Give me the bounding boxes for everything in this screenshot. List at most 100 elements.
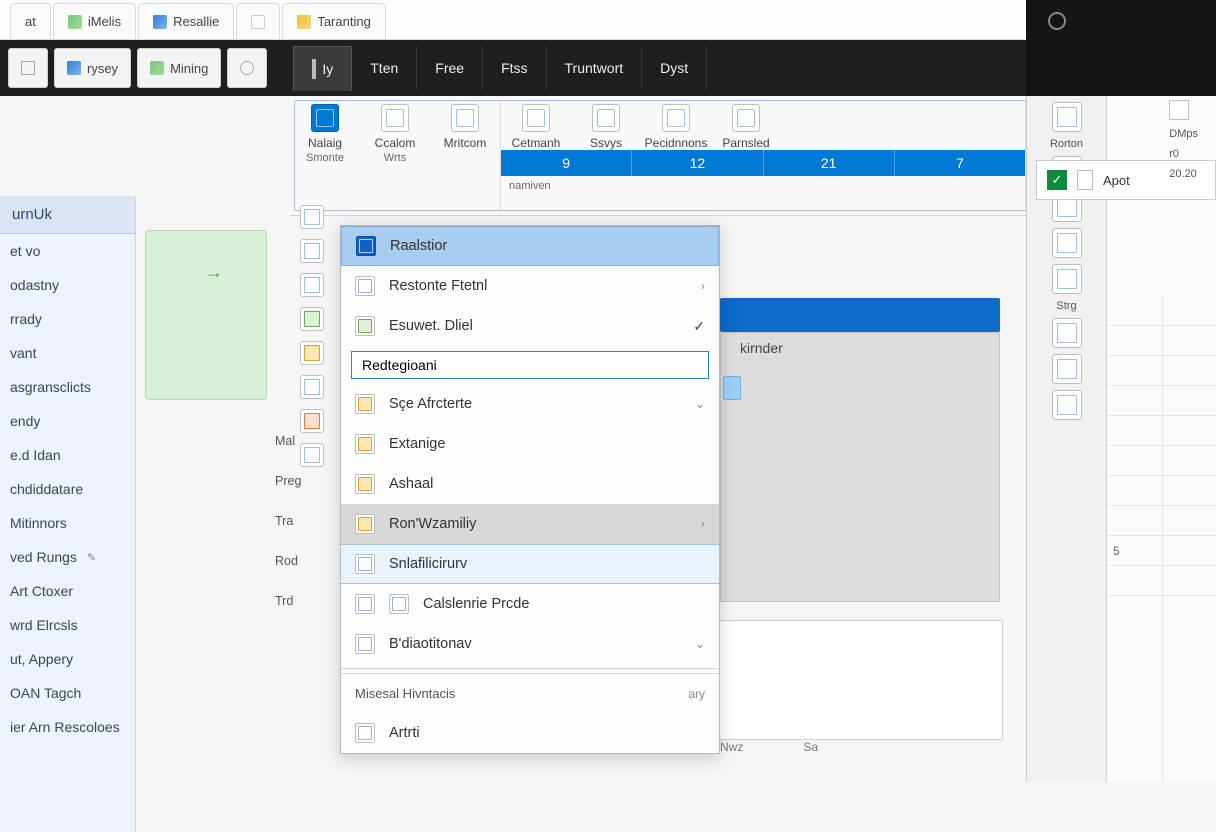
tool-icon[interactable] [1052,354,1082,384]
left-nav-item[interactable]: wrd Elrcsls [0,608,135,642]
left-nav-item[interactable]: Mitinnors [0,506,135,540]
grid-cell[interactable] [1107,566,1216,596]
dark-tab-label: Iy [322,61,333,77]
dark-tab-dyst[interactable]: Dyst [642,46,707,90]
dark-tab-label: Ftss [501,60,527,76]
dark-tab-iy[interactable]: Iy [293,46,352,91]
menu-item-calslen[interactable]: Calslenrie Prcde [341,584,719,624]
tool-icon[interactable] [1052,264,1082,294]
mid-label: Trd [275,590,333,612]
menu-item-artrti[interactable]: Artrti [341,713,719,753]
left-nav-item[interactable]: endy [0,404,135,438]
grid-cell[interactable] [1107,296,1216,326]
left-nav-item[interactable]: OAN Tagch [0,676,135,710]
menu-label: B'diaotitonav [389,636,472,652]
seg-user[interactable] [227,48,267,88]
top-tab-taranting[interactable]: Taranting [282,3,385,39]
grid-cell[interactable] [1107,356,1216,386]
dark-tab-label: Dyst [660,60,688,76]
check-icon[interactable]: ✓ [1047,170,1067,190]
left-nav-item[interactable]: e.d Idan [0,438,135,472]
tab-label: at [25,14,36,29]
dark-tab-label: Free [435,60,464,76]
canvas-preview-box [720,332,1000,602]
rail-icon[interactable] [300,443,324,467]
mid-label: Preg [275,470,333,492]
tool-icon[interactable] [1052,228,1082,258]
left-nav-item[interactable]: ut, Appery [0,642,135,676]
tool-icon[interactable] [1052,390,1082,420]
dark-tab-truntwort[interactable]: Truntwort [547,46,643,90]
star-icon [355,394,375,414]
rail-icon[interactable] [300,239,324,263]
rail-icon[interactable] [300,409,324,433]
left-nav-item[interactable]: ved Rungs [0,540,135,574]
menu-item-extanige[interactable]: Extanige [341,424,719,464]
table-icon [355,554,375,574]
menu-item-ronwza[interactable]: Ron'Wzamiliy› [341,504,719,544]
top-tab-resallie[interactable]: Resallie [138,3,234,39]
tool-icon[interactable] [1052,318,1082,348]
gear-icon [150,61,164,75]
menu-item-bdiaot[interactable]: B'diaotitonav⌄ [341,624,719,664]
menu-item-ashaal[interactable]: Ashaal [341,464,719,504]
menu-item-afrcterte[interactable]: Sçe Afrcterte⌄ [341,384,719,424]
left-nav-item[interactable]: ier Arn Rescoloes [0,710,135,744]
left-nav-item[interactable]: et vo [0,234,135,268]
window-icon [21,61,35,75]
grid-cell[interactable] [1107,386,1216,416]
grid-cell[interactable] [1107,326,1216,356]
left-nav-panel: urnUk et vo odastny rrady vant asgranscl… [0,196,136,832]
chevron-right-icon: › [701,517,705,531]
user-icon [240,61,254,75]
dark-tab-row: Iy Tten Free Ftss Truntwort Dyst [293,46,707,91]
grid-cell[interactable] [1107,416,1216,446]
left-nav-item[interactable]: chdiddatare [0,472,135,506]
top-tab-blank[interactable] [236,3,280,39]
top-tab-imelis[interactable]: iMelis [53,3,136,39]
chevron-down-icon: ⌄ [695,397,705,411]
top-tab-at[interactable]: at [10,3,51,39]
grid-cell[interactable] [1107,506,1216,536]
dark-tab-free[interactable]: Free [417,46,483,90]
left-nav-item[interactable]: vant [0,336,135,370]
canvas-title-bar[interactable] [720,298,1000,332]
seg-mining[interactable]: Mining [137,48,221,88]
right-label: 20.20 [1169,168,1197,180]
rail-icon[interactable] [300,341,324,365]
grid-cell[interactable] [1107,446,1216,476]
rail-icon[interactable] [300,205,324,229]
grid-cell[interactable]: 5 [1107,536,1216,566]
menu-label: Restonte Ftetnl [389,278,487,294]
left-nav-item[interactable]: rrady [0,302,135,336]
menu-search-input[interactable] [351,351,709,379]
menu-item-restonte[interactable]: Restonte Ftetnl› [341,266,719,306]
menu-label: Esuwet. Dliel [389,318,473,334]
folder-icon [355,434,375,454]
menu-item-snlafi[interactable]: Snlafilicirurv [341,544,719,584]
left-nav-item[interactable]: Art Ctoxer [0,574,135,608]
status-a: Nwz [720,740,743,754]
box-icon [355,514,375,534]
layout-icon [355,634,375,654]
menu-item-raalstior[interactable]: Raalstior [341,226,719,266]
left-nav-item[interactable]: asgransclicts [0,370,135,404]
menu-footer[interactable]: Misesal Hivntacisary [341,673,719,713]
tool-label: Strg [1056,300,1076,312]
dark-tab-tten[interactable]: Tten [352,46,417,90]
rail-icon[interactable] [300,375,324,399]
seg-small[interactable] [8,48,48,88]
rail-icon[interactable] [300,273,324,297]
grid-cell[interactable] [1107,476,1216,506]
seg-rysey[interactable]: rysey [54,48,131,88]
mini-icon[interactable] [1169,100,1189,120]
sticky-note[interactable] [145,230,267,400]
dark-tab-ftss[interactable]: Ftss [483,46,546,90]
menu-item-esuwet[interactable]: Esuwet. Dliel✓ [341,306,719,346]
mid-label: Tra [275,510,333,532]
side-tab-handle[interactable] [723,376,741,400]
settings-icon[interactable] [1048,12,1066,30]
tool-icon[interactable] [1052,102,1082,132]
rail-icon[interactable] [300,307,324,331]
left-nav-item[interactable]: odastny [0,268,135,302]
